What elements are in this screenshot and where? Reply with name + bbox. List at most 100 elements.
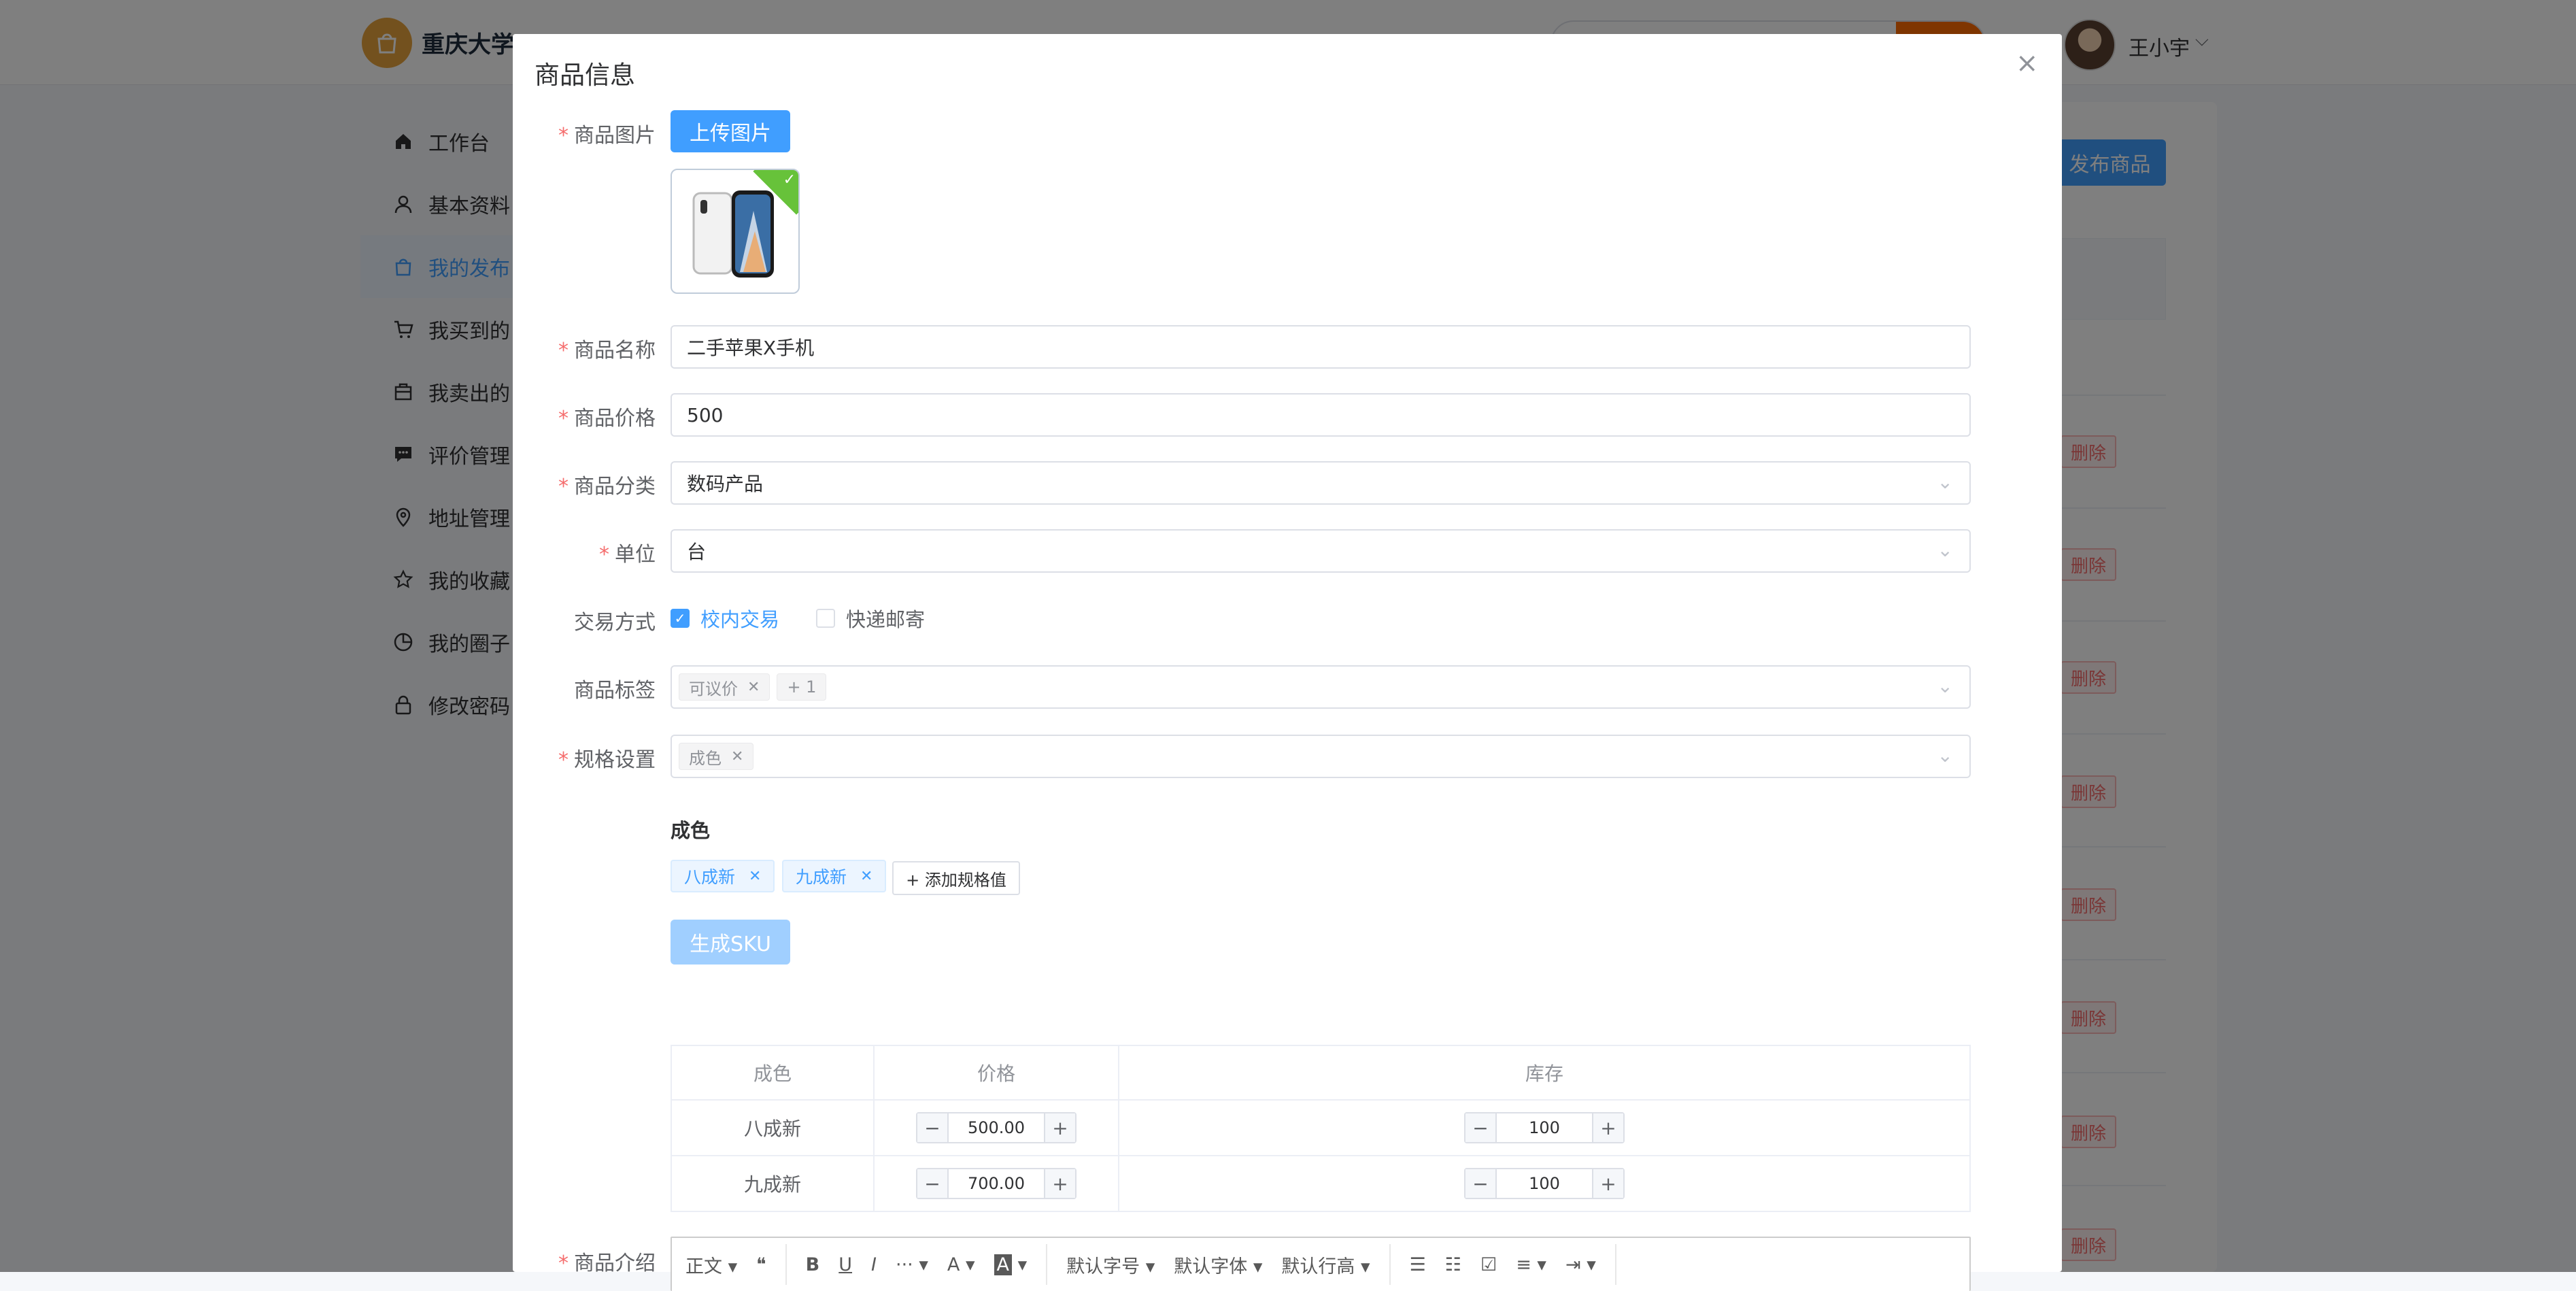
plus-icon[interactable]: + [1592,1113,1623,1142]
toolbar-divider [1389,1244,1391,1285]
upload-image-button[interactable]: 上传图片 [671,110,790,152]
field-label-text: 商品名称 [574,339,656,363]
tag-more-count: + 1 [777,673,827,701]
spec-group-title: 成色 [671,819,711,842]
field-label-text: 商品图片 [574,124,656,148]
field-label: * 商品价格 [513,401,656,431]
stepper-value[interactable]: 700.00 [949,1174,1044,1193]
plus-icon[interactable]: + [1044,1169,1075,1198]
close-icon[interactable]: ✕ [749,868,761,885]
spec-value-label: 九成新 [796,867,847,887]
tag-chip: 可议价 ✕ [679,673,770,701]
spec-select[interactable]: 成色 ✕ ⌄ [671,735,1971,778]
column-header: 价格 [873,1045,1119,1101]
heading-select[interactable]: 正文 ▾ [685,1252,737,1278]
product-info-dialog: 商品信息 × * 商品图片 上传图片 ✓ * 商品名称 二手苹果X手机 * 商品价格 … [513,34,2062,1291]
stock-stepper[interactable]: −100 + [1464,1112,1625,1143]
chevron-down-icon[interactable]: ⌄ [1937,471,1953,493]
field-label: * 商品名称 [513,333,656,363]
close-icon[interactable]: ✕ [747,679,760,696]
category-select[interactable]: 数码产品 ⌄ [671,461,1971,505]
column-header: 成色 [671,1045,875,1101]
price-stepper[interactable]: −700.00 + [916,1168,1077,1199]
sku-table: 成色 价格 库存 八成新 −500.00 + −100 + 九成新 −700.00 + [671,1045,1971,1212]
close-icon[interactable]: × [2016,48,2039,79]
toolbar-label: 默认字号 [1066,1256,1140,1277]
sku-price-cell: −500.00 + [873,1099,1119,1156]
product-name-input[interactable]: 二手苹果X手机 [671,325,1971,369]
chevron-down-icon[interactable]: ⌄ [1937,744,1953,767]
field-label: * 商品图片 [513,118,656,148]
field-label: * 商品分类 [513,469,656,499]
plus-icon[interactable]: + [1044,1113,1075,1142]
sku-spec-cell: 九成新 [671,1155,875,1212]
spec-value-label: 八成新 [684,867,736,887]
minus-icon[interactable]: − [1465,1113,1497,1142]
table-row: 八成新 −500.00 + −100 + [671,1099,1971,1156]
stepper-value[interactable]: 500.00 [949,1118,1044,1137]
column-header: 库存 [1118,1045,1971,1101]
required-mark: * [599,543,609,567]
line-height-select[interactable]: 默认行高 ▾ [1281,1252,1370,1278]
plus-icon[interactable]: + [1592,1169,1623,1198]
field-label-text: 规格设置 [574,748,656,772]
dialog-title: 商品信息 [535,61,635,90]
checkbox-unchecked-icon[interactable] [816,609,835,628]
minus-icon[interactable]: − [1465,1169,1497,1198]
field-label: 交易方式 [574,611,656,635]
toolbar-label: 默认字体 [1174,1256,1248,1277]
toolbar-divider [785,1244,787,1285]
unit-select-value: 台 [687,541,707,563]
required-mark: * [558,407,569,431]
stepper-value[interactable]: 100 [1497,1118,1592,1137]
field-label: * 单位 [513,537,656,567]
spec-value-tag: 九成新 ✕ [782,860,887,892]
rich-text-toolbar: 正文 ▾ ❝ B U I ··· ▾ A ▾ A ▾ 默认字号 ▾ 默认字体 ▾… [671,1237,1971,1291]
toolbar-label: 默认行高 [1281,1256,1355,1277]
unit-select[interactable]: 台 ⌄ [671,529,1971,573]
chevron-down-icon[interactable]: ⌄ [1937,675,1953,697]
spec-value-tag: 八成新 ✕ [671,860,775,892]
font-family-select[interactable]: 默认字体 ▾ [1174,1252,1262,1278]
tag-list: 可议价 ✕ + 1 [672,673,833,701]
table-header-row: 成色 价格 库存 [671,1045,1971,1101]
close-icon[interactable]: ✕ [860,868,872,885]
sku-price-cell: −700.00 + [873,1155,1119,1212]
required-mark: * [558,124,569,148]
field-label-text: 单位 [615,543,656,567]
tag-chip-label: 可议价 [689,679,738,699]
product-tags-select[interactable]: 可议价 ✕ + 1 ⌄ [671,665,1971,709]
tag-list: 成色 ✕ [672,743,760,770]
express-delivery-checkbox[interactable]: 快递邮寄 [816,604,925,633]
field-label: * 商品介绍 [513,1246,656,1276]
minus-icon[interactable]: − [917,1169,949,1198]
toolbar-divider [1046,1244,1048,1285]
product-price-input[interactable]: 500 [671,393,1971,437]
required-mark: * [558,748,569,772]
required-mark: * [558,339,569,363]
generate-sku-button[interactable]: 生成SKU [671,920,790,965]
close-icon[interactable]: ✕ [731,748,743,765]
price-stepper[interactable]: −500.00 + [916,1112,1077,1143]
sku-stock-cell: −100 + [1118,1155,1971,1212]
font-size-select[interactable]: 默认字号 ▾ [1066,1252,1155,1278]
campus-trade-checkbox[interactable]: ✓ 校内交易 [671,604,779,633]
stepper-value[interactable]: 100 [1497,1174,1592,1193]
chevron-down-icon[interactable]: ⌄ [1937,539,1953,561]
minus-icon[interactable]: − [917,1113,949,1142]
toolbar-divider [1614,1244,1616,1285]
product-image-thumbnail[interactable]: ✓ [671,169,800,294]
tag-chip-label: 成色 [689,748,722,768]
add-spec-value-button[interactable]: + 添加规格值 [892,861,1020,895]
checkbox-label: 校内交易 [700,608,780,631]
field-label-text: 商品分类 [574,475,656,499]
stock-stepper[interactable]: −100 + [1464,1168,1625,1199]
table-row: 九成新 −700.00 + −100 + [671,1155,1971,1212]
sku-stock-cell: −100 + [1118,1099,1971,1156]
checkbox-checked-icon[interactable]: ✓ [671,609,690,628]
category-select-value: 数码产品 [687,473,764,495]
toolbar-label: 正文 [685,1256,722,1277]
required-mark: * [558,475,569,499]
checkbox-label: 快递邮寄 [846,608,926,631]
check-icon: ✓ [783,171,796,188]
